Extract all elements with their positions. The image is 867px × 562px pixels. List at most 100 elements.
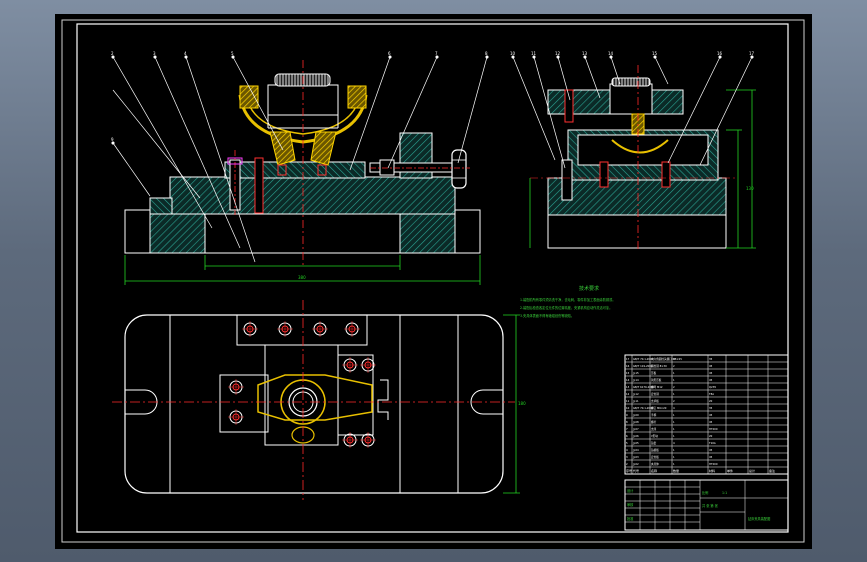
- callout-number: 13: [582, 51, 588, 56]
- bom-header-cell: 数量: [673, 468, 679, 473]
- bom-cell: 45: [709, 413, 713, 417]
- bom-cell: 钻模板: [651, 448, 659, 452]
- bom-cell: 35: [709, 357, 713, 361]
- bom-cell: 2: [626, 462, 628, 466]
- front-width-dimension: [124, 255, 481, 285]
- bom-cell: 12: [626, 392, 630, 396]
- bom-cell: 45: [709, 378, 713, 382]
- bom-cell: JJ-15: [632, 371, 639, 375]
- leader-dot: [153, 55, 157, 59]
- bom-cell: 钩形压板: [651, 378, 662, 382]
- bom-cell: JJ-06: [632, 434, 639, 438]
- leader-line: [112, 89, 201, 199]
- tech-requirements-title: 技术要求: [579, 285, 599, 292]
- bom-cell: 15: [626, 371, 630, 375]
- callout-number: 2: [111, 51, 114, 56]
- bom-cell: 1: [673, 455, 675, 459]
- plan-outline: [124, 314, 504, 494]
- side-body: [547, 177, 727, 216]
- fixture-body: [169, 176, 456, 215]
- plan-depth-dimension-value: 180: [518, 401, 526, 406]
- bom-cell: 45: [709, 455, 713, 459]
- leader-dot: [388, 55, 392, 59]
- plan-view[interactable]: 180: [112, 300, 526, 500]
- bom-cell: 16: [626, 364, 630, 368]
- bom-cell: 4: [673, 406, 675, 410]
- bom-cell: 1: [673, 448, 675, 452]
- callout-number: 11: [531, 51, 537, 56]
- bom-cell: 1: [673, 434, 675, 438]
- base-right-foot: [454, 209, 481, 254]
- side-base: [547, 212, 727, 249]
- bill-of-materials[interactable]: 17 GB/T 70.1-2000内六角圆柱头螺钉 M8×254 3516 GB/T …: [624, 354, 789, 475]
- bom-header-cell: 名称: [651, 468, 657, 473]
- title-block-text: 设计: [627, 488, 634, 493]
- bom-cell: 内六角圆柱头螺钉 M8×25: [651, 357, 682, 361]
- bom-cell: 6: [626, 434, 628, 438]
- leader-dot: [532, 55, 536, 59]
- bom-cell: 1: [673, 392, 675, 396]
- leader-dot: [435, 55, 439, 59]
- bom-cell: 9: [626, 413, 628, 417]
- bom-cell: 螺母 M12: [651, 385, 663, 389]
- leader-dot: [231, 55, 235, 59]
- callout-number: 12: [555, 51, 561, 56]
- title-block-text: 审核: [627, 502, 634, 507]
- bom-header-cell: 备注: [769, 468, 775, 473]
- bom-cell: JJ-02: [632, 462, 639, 466]
- leader-line: [349, 56, 391, 171]
- base-left-foot: [124, 209, 151, 254]
- bom-cell: 45: [709, 448, 713, 452]
- bom-cell: 夹具体: [651, 462, 659, 466]
- side-cavity: [577, 134, 709, 166]
- cad-drawing-canvas[interactable]: 380 2 3 4 5 6 7 89 130 10 11 12 13 14 15…: [55, 14, 812, 549]
- tech-requirement-line-3: 3.夹具体表面不得有磕碰划伤等缺陷。: [520, 313, 574, 318]
- bom-cell: 13: [626, 385, 630, 389]
- bom-cell: 8: [626, 420, 628, 424]
- title-block-text: 共 张 第 张: [702, 503, 719, 508]
- bom-cell: V形块: [651, 434, 658, 438]
- bom-cell: JJ-12: [632, 392, 639, 396]
- left-pin: [254, 157, 264, 214]
- bom-header-cell: 单件: [727, 468, 733, 473]
- bom-cell: JJ-11: [632, 399, 639, 403]
- bom-cell: 20: [709, 434, 713, 438]
- title-block-text: 批准: [627, 516, 634, 521]
- bom-cell: 45: [709, 364, 713, 368]
- title-block-text: 钻床夹具装配图: [748, 516, 770, 521]
- side-height-dimension-value: 130: [746, 186, 754, 191]
- side-bolt-left: [561, 159, 573, 201]
- callout-number: 4: [184, 51, 187, 56]
- bom-cell: 压板: [651, 371, 657, 375]
- left-bushing: [239, 85, 259, 109]
- cad-viewport[interactable]: 380 23456789 130 10 11 12 13 14 15 16 17…: [0, 0, 867, 562]
- bom-cell: 2: [673, 364, 675, 368]
- side-knob: [611, 77, 651, 87]
- bom-cell: 14: [626, 378, 630, 382]
- bom-cell: JJ-05: [632, 441, 639, 445]
- bom-cell: 1: [673, 462, 675, 466]
- leader-dot: [556, 55, 560, 59]
- front-view[interactable]: 380: [124, 60, 481, 285]
- bom-cell: Q235: [709, 385, 716, 389]
- bom-cell: 1: [673, 420, 675, 424]
- bom-cell: 支承板: [651, 399, 659, 403]
- callout-number: 5: [231, 51, 234, 56]
- bom-cell: 3: [626, 455, 628, 459]
- bom-cell: 35: [709, 406, 713, 410]
- bom-cell: T10A: [709, 441, 716, 445]
- bom-cell: 10: [626, 406, 630, 410]
- bom-cell: 45: [709, 420, 713, 424]
- technical-requirements: 技术要求 1.装配前所有零件须清洗干净，去毛刺，零件非加工表面涂防锈漆。 2.装…: [520, 285, 615, 318]
- handwheel: [451, 149, 467, 189]
- bom-cell: JJ-08: [632, 420, 639, 424]
- side-view[interactable]: 130: [529, 65, 756, 250]
- bom-cell: HT200: [709, 427, 718, 431]
- tech-requirement-line-1: 1.装配前所有零件须清洗干净，去毛刺，零件非加工表面涂防锈漆。: [520, 297, 615, 302]
- callout-number: 16: [717, 51, 723, 56]
- leader-line: [457, 56, 488, 164]
- title-block[interactable]: 设计审核批准 比例 1:1 共 张 第 张钻床夹具装配图: [624, 479, 789, 531]
- drawing-sheet[interactable]: 380 23456789 130 10 11 12 13 14 15 16 17…: [55, 14, 812, 549]
- screw-nut: [379, 159, 395, 176]
- bom-cell: 7: [626, 427, 628, 431]
